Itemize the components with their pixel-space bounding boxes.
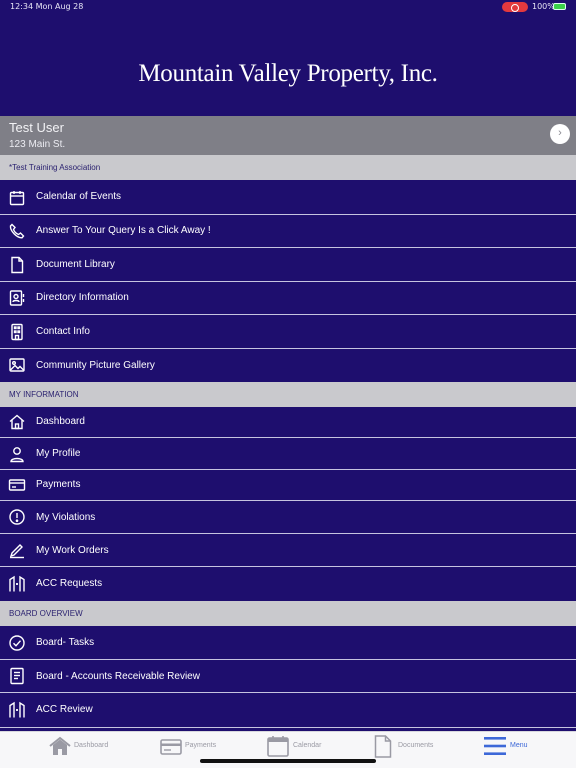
menu-item-contact-info[interactable]: Contact Info [0,315,576,349]
menu-item-payments[interactable]: Payments [0,470,576,501]
menu-item-label: Board- Tasks [36,637,95,648]
tab-label: Documents [398,742,434,749]
menu-item-label: Community Picture Gallery [36,360,155,371]
tab-label: Payments [185,742,217,749]
building-icon [8,323,26,341]
menu-item-label: Contact Info [36,326,90,337]
person-icon [8,445,26,463]
tab-dashboard[interactable]: Dashboard [48,732,128,762]
status-bar: 12:34 Mon Aug 28 100% [0,0,576,14]
battery-percent: 100% [532,2,555,11]
calendar-icon [267,735,289,757]
menu-item-answer-query[interactable]: Answer To Your Query Is a Click Away ! [0,215,576,248]
ledger-icon [8,667,26,685]
calendar-icon [8,189,26,207]
menu-item-calendar-of-events[interactable]: Calendar of Events [0,180,576,215]
check-circle-icon [8,634,26,652]
tab-label: Calendar [293,742,322,749]
menu-item-label: ACC Review [36,704,93,715]
brand-title: Mountain Valley Property, Inc. [138,60,438,87]
menu-item-label: My Profile [36,448,81,459]
menu-item-label: Payments [36,479,81,490]
screen-record-icon [502,2,528,12]
credit-card-icon [8,476,26,494]
menu-item-my-violations[interactable]: My Violations [0,501,576,534]
menu-icon [484,735,506,757]
tab-documents[interactable]: Documents [374,732,464,762]
menu-item-label: My Work Orders [36,545,109,556]
home-indicator[interactable] [200,759,376,763]
menu-item-acc-review[interactable]: ACC Review [0,693,576,728]
menu-item-my-work-orders[interactable]: My Work Orders [0,534,576,567]
status-time: 12:34 Mon Aug 28 [10,2,84,11]
menu-item-label: Calendar of Events [36,191,122,202]
tab-calendar[interactable]: Calendar [267,732,347,762]
document-icon [374,735,392,758]
menu-item-directory-information[interactable]: Directory Information [0,282,576,315]
home-icon [8,413,26,431]
user-name: Test User [9,120,64,135]
pencil-icon [8,541,26,559]
home-icon [48,736,72,756]
user-panel[interactable]: Test User 123 Main St. › [0,116,576,155]
phone-icon [8,222,26,240]
menu-item-label: ACC Requests [36,578,103,589]
menu-item-board-tasks[interactable]: Board- Tasks [0,626,576,660]
tab-label: Dashboard [74,742,109,749]
menu-item-my-profile[interactable]: My Profile [0,438,576,470]
alert-circle-icon [8,508,26,526]
section-association: *Test Training Association [0,155,576,180]
tab-label: Menu [510,742,528,749]
menu-item-label: Directory Information [36,292,129,303]
contact-card-icon [8,289,26,307]
menu-item-label: Document Library [36,259,115,270]
document-icon [8,256,26,274]
acc-icon [8,701,26,719]
menu-item-label: Board - Accounts Receivable Review [36,671,200,682]
menu-item-dashboard[interactable]: Dashboard [0,407,576,438]
menu-item-acc-requests[interactable]: ACC Requests [0,567,576,601]
section-my-information: MY INFORMATION [0,382,576,407]
menu-item-label: Dashboard [36,416,85,427]
menu-item-label: My Violations [36,512,96,523]
tab-menu[interactable]: Menu [484,732,544,762]
credit-card-icon [160,739,182,755]
user-address: 123 Main St. [9,139,66,150]
battery-icon [553,3,566,10]
menu-item-board-accounts-receivable[interactable]: Board - Accounts Receivable Review [0,660,576,693]
menu-item-community-gallery[interactable]: Community Picture Gallery [0,349,576,382]
section-board-overview: BOARD OVERVIEW [0,601,576,626]
menu-item-label: Answer To Your Query Is a Click Away ! [36,225,211,236]
picture-icon [8,356,26,374]
tab-payments[interactable]: Payments [160,732,240,762]
chevron-right-icon[interactable]: › [550,124,570,144]
acc-icon [8,575,26,593]
menu-item-document-library[interactable]: Document Library [0,248,576,282]
